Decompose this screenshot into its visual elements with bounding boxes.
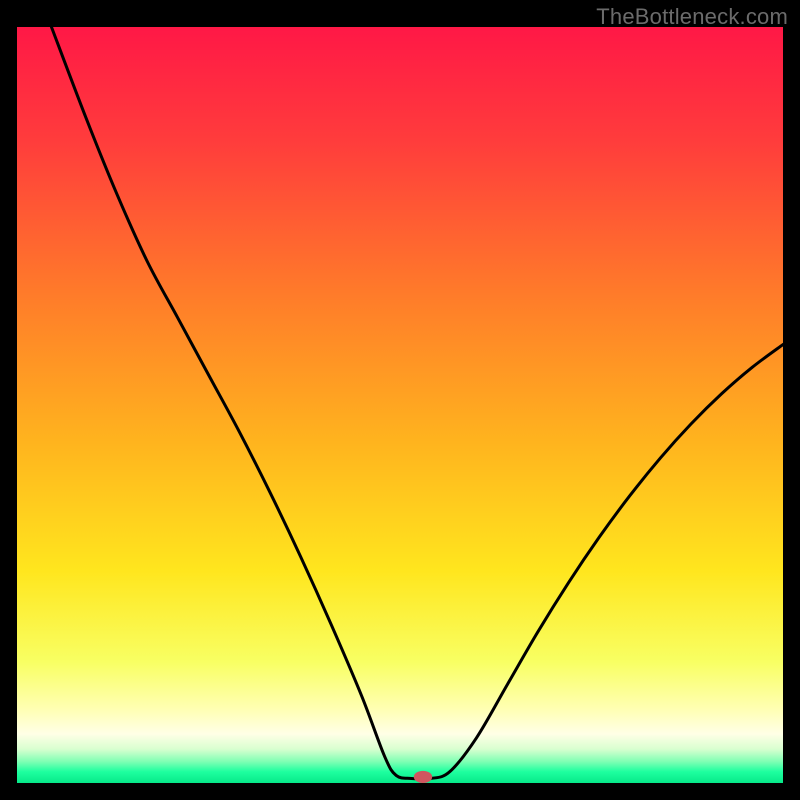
plot-background: [17, 27, 783, 783]
optimal-marker: [414, 771, 432, 783]
watermark-text: TheBottleneck.com: [596, 4, 788, 30]
bottleneck-chart: [0, 0, 800, 800]
chart-frame: TheBottleneck.com: [0, 0, 800, 800]
